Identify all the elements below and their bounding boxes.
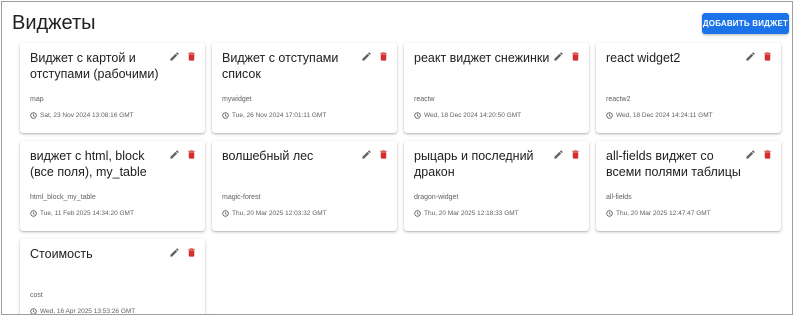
widget-actions [169, 149, 197, 160]
widget-card[interactable]: all-fields виджет со всеми полями таблиц… [596, 141, 781, 231]
widget-card[interactable]: рыцарь и последний дракон dragon-widget … [404, 141, 589, 231]
widget-card[interactable]: Виджет с картой и отступами (рабочими) m… [20, 43, 205, 133]
clock-icon [414, 210, 421, 217]
widget-card[interactable]: волшебный лес magic-forest Thu, 20 Mar 2… [212, 141, 397, 231]
trash-icon[interactable] [186, 247, 197, 258]
widget-slug: map [30, 96, 44, 103]
add-widget-button[interactable]: ДОБАВИТЬ ВИДЖЕТ [702, 13, 789, 34]
widget-slug: reactw [414, 96, 435, 103]
widget-slug: cost [30, 292, 43, 299]
clock-icon [606, 112, 613, 119]
trash-icon[interactable] [378, 51, 389, 62]
widget-date: Thu, 20 Mar 2025 12:03:32 GMT [222, 210, 327, 217]
widget-card[interactable]: Стоимость cost Wed, 16 Apr 2025 13:53:26… [20, 239, 205, 315]
clock-icon [606, 210, 613, 217]
widget-card[interactable]: реакт виджет снежинки reactw Wed, 18 Dec… [404, 43, 589, 133]
widget-card[interactable]: Виджет с отступами список mywidget Tue, … [212, 43, 397, 133]
trash-icon[interactable] [570, 51, 581, 62]
clock-icon [414, 112, 421, 119]
widget-date-text: Wed, 16 Apr 2025 13:53:26 GMT [40, 308, 136, 315]
widget-date-text: Sat, 23 Nov 2024 13:08:16 GMT [40, 112, 134, 119]
pencil-icon[interactable] [553, 51, 564, 62]
widget-title: all-fields виджет со всеми полями таблиц… [606, 149, 741, 179]
widget-date-text: Wed, 18 Dec 2024 14:20:50 GMT [424, 112, 522, 119]
trash-icon[interactable] [762, 149, 773, 160]
widget-date-text: Thu, 20 Mar 2025 12:03:32 GMT [232, 210, 327, 217]
widget-date: Tue, 26 Nov 2024 17:01:11 GMT [222, 112, 326, 119]
page-title: Виджеты [12, 12, 96, 34]
widget-date: Sat, 23 Nov 2024 13:08:16 GMT [30, 112, 134, 119]
widget-slug: html_block_my_table [30, 194, 96, 201]
widget-title: виджет с html, block (все поля), my_tabl… [30, 149, 147, 179]
pencil-icon[interactable] [169, 149, 180, 160]
widget-date-text: Tue, 26 Nov 2024 17:01:11 GMT [232, 112, 327, 119]
pencil-icon[interactable] [745, 149, 756, 160]
widgets-page: Виджеты ДОБАВИТЬ ВИДЖЕТ Виджет с картой … [1, 1, 793, 315]
widget-title: волшебный лес [222, 149, 314, 163]
clock-icon [222, 210, 229, 217]
widget-title: реакт виджет снежинки [414, 51, 550, 65]
clock-icon [30, 308, 37, 314]
pencil-icon[interactable] [553, 149, 564, 160]
widget-title: react widget2 [606, 51, 681, 65]
trash-icon[interactable] [378, 149, 389, 160]
widget-actions [361, 149, 389, 160]
clock-icon [30, 210, 37, 217]
widget-date-text: Wed, 18 Dec 2024 14:24:11 GMT [616, 112, 713, 119]
widget-slug: reactw2 [606, 96, 631, 103]
widget-actions [745, 51, 773, 62]
widget-date-text: Thu, 20 Mar 2025 12:47:47 GMT [616, 210, 711, 217]
clock-icon [222, 112, 229, 119]
widget-actions [169, 247, 197, 258]
widget-slug: mywidget [222, 96, 252, 103]
widget-title: рыцарь и последний дракон [414, 149, 534, 179]
widget-date: Wed, 18 Dec 2024 14:20:50 GMT [414, 112, 521, 119]
pencil-icon[interactable] [361, 51, 372, 62]
widget-actions [745, 149, 773, 160]
widget-actions [361, 51, 389, 62]
widget-date: Wed, 18 Dec 2024 14:24:11 GMT [606, 112, 713, 119]
clock-icon [30, 112, 37, 119]
trash-icon[interactable] [186, 51, 197, 62]
pencil-icon[interactable] [361, 149, 372, 160]
widget-slug: all-fields [606, 194, 632, 201]
widget-actions [553, 149, 581, 160]
widget-title: Виджет с отступами список [222, 51, 339, 81]
widget-title: Виджет с картой и отступами (рабочими) [30, 51, 159, 81]
widget-grid: Виджет с картой и отступами (рабочими) m… [20, 43, 781, 315]
widget-title: Стоимость [30, 247, 93, 261]
widget-slug: magic-forest [222, 194, 261, 201]
widget-actions [169, 51, 197, 62]
widget-card[interactable]: react widget2 reactw2 Wed, 18 Dec 2024 1… [596, 43, 781, 133]
pencil-icon[interactable] [169, 51, 180, 62]
trash-icon[interactable] [762, 51, 773, 62]
widget-date: Wed, 16 Apr 2025 13:53:26 GMT [30, 308, 136, 315]
pencil-icon[interactable] [169, 247, 180, 258]
widget-slug: dragon-widget [414, 194, 459, 201]
trash-icon[interactable] [186, 149, 197, 160]
widget-date: Thu, 20 Mar 2025 12:18:33 GMT [414, 210, 519, 217]
widget-actions [553, 51, 581, 62]
widget-date-text: Thu, 20 Mar 2025 12:18:33 GMT [424, 210, 519, 217]
widget-date-text: Tue, 11 Feb 2025 14:34:20 GMT [40, 210, 134, 217]
pencil-icon[interactable] [745, 51, 756, 62]
widget-card[interactable]: виджет с html, block (все поля), my_tabl… [20, 141, 205, 231]
trash-icon[interactable] [570, 149, 581, 160]
widget-date: Thu, 20 Mar 2025 12:47:47 GMT [606, 210, 711, 217]
widget-date: Tue, 11 Feb 2025 14:34:20 GMT [30, 210, 134, 217]
